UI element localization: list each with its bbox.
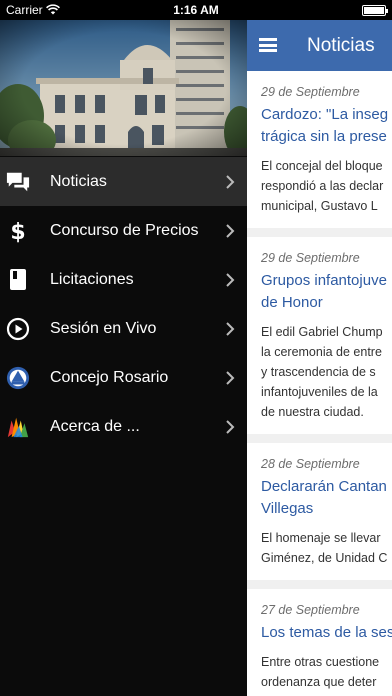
news-summary: El edil Gabriel Chump la ceremonia de en… xyxy=(261,322,392,434)
news-summary-line: Entre otras cuestione xyxy=(261,655,380,669)
news-headline-line: Villegas xyxy=(261,500,314,517)
news-summary-line: El concejal del bloque xyxy=(261,159,383,173)
menu-item-label: Licitaciones xyxy=(50,270,134,288)
news-headline[interactable]: Cardozo: "La inseg trágica sin la prese xyxy=(261,104,392,148)
menu-item-concejo-rosario[interactable]: Concejo Rosario xyxy=(0,353,247,402)
chevron-right-icon xyxy=(223,321,237,336)
news-headline-line: de Honor xyxy=(261,294,323,311)
news-summary-line: de nuestra ciudad. xyxy=(261,405,364,419)
menu-item-label: Noticias xyxy=(50,172,107,190)
news-card[interactable]: 29 de Septiembre Grupos infantojuve de H… xyxy=(247,237,392,434)
news-summary: El concejal del bloque respondió a las d… xyxy=(261,156,392,228)
menu-item-label: Concurso de Precios xyxy=(50,221,199,239)
news-headline-line: Grupos infantojuve xyxy=(261,272,387,289)
news-panel: Noticias 29 de Septiembre Cardozo: "La i… xyxy=(247,20,392,696)
news-summary-line: El edil Gabriel Chump xyxy=(261,325,383,339)
news-card[interactable]: 27 de Septiembre Los temas de la ses Ent… xyxy=(247,589,392,696)
chat-bubbles-icon xyxy=(6,170,30,194)
news-summary: El homenaje se llevar Giménez, de Unidad… xyxy=(261,528,392,580)
news-headline[interactable]: Grupos infantojuve de Honor xyxy=(261,270,392,314)
news-feed: 29 de Septiembre Cardozo: "La inseg trág… xyxy=(247,71,392,696)
clock: 1:16 AM xyxy=(173,3,219,17)
play-circle-icon xyxy=(6,317,30,341)
chevron-right-icon xyxy=(223,272,237,287)
chevron-right-icon xyxy=(223,419,237,434)
menu-item-label: Concejo Rosario xyxy=(50,368,169,386)
news-date: 27 de Septiembre xyxy=(261,603,360,617)
news-summary-line: y trascendencia de s xyxy=(261,365,376,379)
news-card[interactable]: 29 de Septiembre Cardozo: "La inseg trág… xyxy=(247,71,392,228)
dollar-icon: $ xyxy=(6,219,30,243)
status-bar: Carrier 1:16 AM xyxy=(0,0,392,20)
chevron-right-icon xyxy=(223,370,237,385)
hamburger-menu-icon[interactable] xyxy=(259,38,277,52)
news-card[interactable]: 28 de Septiembre Declararán Cantan Ville… xyxy=(247,443,392,580)
menu-item-concurso-de-precios[interactable]: $ Concurso de Precios xyxy=(0,206,247,255)
chevron-right-icon xyxy=(223,174,237,189)
news-summary-line: municipal, Gustavo L xyxy=(261,199,378,213)
menu-item-label: Acerca de ... xyxy=(50,417,140,435)
menu-item-licitaciones[interactable]: Licitaciones xyxy=(0,255,247,304)
menu-item-acerca-de[interactable]: Acerca de ... xyxy=(0,402,247,451)
menu-item-noticias[interactable]: Noticias xyxy=(0,157,247,206)
menu-list: Noticias $ Concurso de Precios Licitacio… xyxy=(0,157,247,451)
news-headline-line: trágica sin la prese xyxy=(261,128,387,145)
news-summary: Entre otras cuestione ordenanza que dete… xyxy=(261,652,392,696)
news-summary-line: infantojuveniles de la xyxy=(261,385,378,399)
news-date: 28 de Septiembre xyxy=(261,457,360,471)
navigation-bar: Noticias xyxy=(247,20,392,71)
chevron-right-icon xyxy=(223,223,237,238)
news-summary-line: El homenaje se llevar xyxy=(261,531,381,545)
menu-item-label: Sesión en Vivo xyxy=(50,319,157,337)
news-headline[interactable]: Los temas de la ses xyxy=(261,622,392,644)
svg-text:$: $ xyxy=(10,220,25,243)
news-summary-line: la ceremonia de entre xyxy=(261,345,382,359)
news-summary-line: ordenanza que deter xyxy=(261,675,377,689)
battery-icon xyxy=(362,5,388,16)
news-date: 29 de Septiembre xyxy=(261,85,360,99)
news-headline-line: Los temas de la ses xyxy=(261,624,392,641)
menu-item-sesion-en-vivo[interactable]: Sesión en Vivo xyxy=(0,304,247,353)
concejo-logo-icon xyxy=(6,366,30,390)
page-title: Noticias xyxy=(307,35,375,56)
news-date: 29 de Septiembre xyxy=(261,251,360,265)
side-menu: Noticias $ Concurso de Precios Licitacio… xyxy=(0,20,247,696)
info-colorful-icon xyxy=(6,415,30,439)
news-headline[interactable]: Declararán Cantan Villegas xyxy=(261,476,392,520)
book-icon xyxy=(6,268,30,292)
news-headline-line: Cardozo: "La inseg xyxy=(261,106,389,123)
header-building-image xyxy=(0,20,247,156)
news-headline-line: Declararán Cantan xyxy=(261,478,387,495)
news-summary-line: Giménez, de Unidad C xyxy=(261,551,388,565)
news-summary-line: respondió a las declar xyxy=(261,179,384,193)
